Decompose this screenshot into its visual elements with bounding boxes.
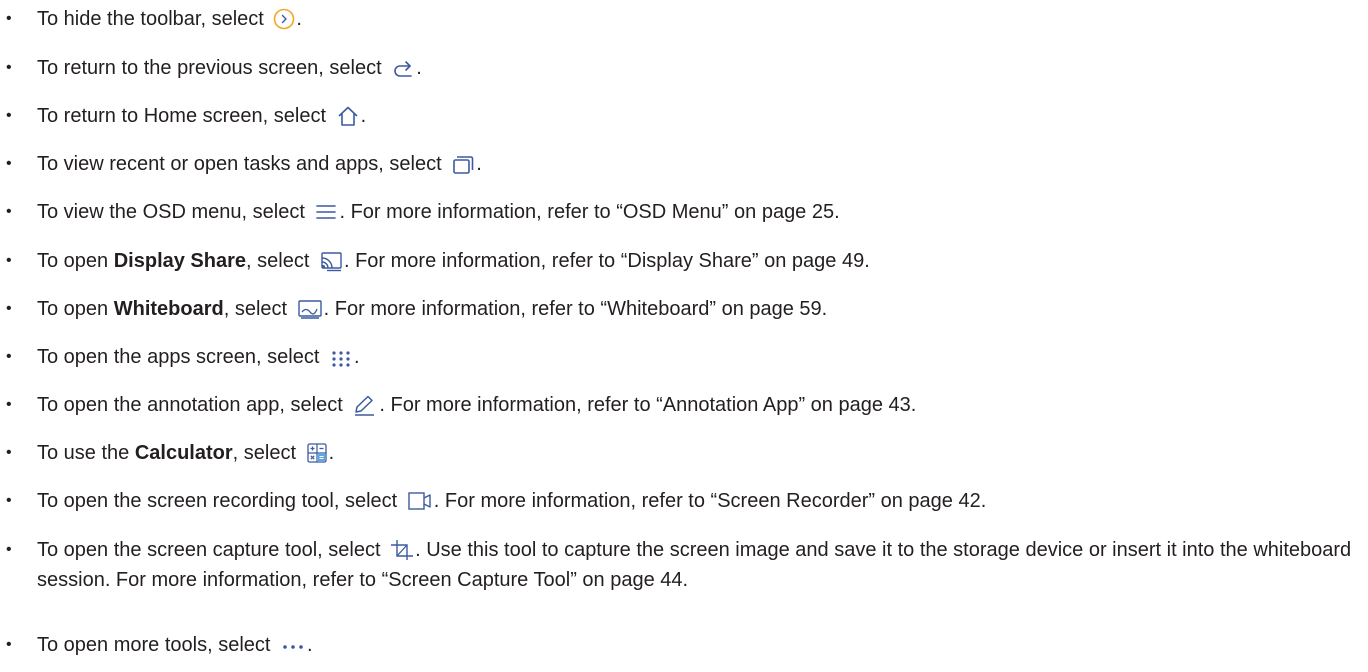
bullet: • <box>6 203 12 220</box>
bullet: • <box>6 444 12 461</box>
item-text-post: . <box>307 634 313 656</box>
item-text-post: . For more information, refer to “Annota… <box>379 394 917 416</box>
item-text: To open more tools, select . <box>37 630 1360 660</box>
bullet: • <box>6 10 12 27</box>
bullet: • <box>6 396 12 413</box>
apps-grid-icon <box>329 346 353 368</box>
item-text-post: . <box>353 346 360 368</box>
feature-name: Calculator <box>134 442 233 464</box>
item-text-post: . For more information, refer to “Displa… <box>343 250 870 272</box>
feature-name: Display Share <box>113 250 247 272</box>
item-text: To open the apps screen, select . <box>37 342 1360 372</box>
item-text-pre: To view recent or open tasks and apps, s… <box>37 153 448 175</box>
item-text-post: . <box>296 8 302 30</box>
pen-icon <box>352 394 378 416</box>
recent-tasks-icon <box>451 153 475 175</box>
menu-icon <box>314 201 338 223</box>
whiteboard-icon <box>297 298 323 320</box>
item-text-post: . For more information, refer to “Screen… <box>433 490 987 512</box>
bullet: • <box>6 300 12 317</box>
item-text-pre: To return to Home screen, select <box>37 105 332 127</box>
item-text: To open the screen recording tool, selec… <box>37 486 1360 516</box>
item-text-mid: , select <box>232 442 302 464</box>
home-icon <box>336 105 360 127</box>
item-text-pre: To return to the previous screen, select <box>37 57 388 79</box>
item-text-post: . <box>416 57 422 79</box>
item-text-mid: , select <box>223 298 293 320</box>
calculator-icon <box>306 442 328 464</box>
item-text: To view recent or open tasks and apps, s… <box>37 149 1360 179</box>
item-text-pre: To open the annotation app, select <box>37 394 349 416</box>
item-text: To open Display Share, select . For more… <box>37 246 1360 276</box>
item-text-post: . For more information, refer to “OSD Me… <box>339 201 840 223</box>
item-text-pre: To open the apps screen, select <box>37 346 325 368</box>
bullet: • <box>6 636 12 653</box>
bullet: • <box>6 252 12 269</box>
chevron-right-circle-icon <box>273 8 295 30</box>
item-text: To open Whiteboard, select . For more in… <box>37 294 1360 324</box>
item-text-pre: To open <box>37 250 114 272</box>
more-icon <box>280 634 306 656</box>
item-text-pre: To open more tools, select <box>37 634 277 656</box>
item-text-post: . <box>476 153 482 175</box>
item-text-pre: To view the OSD menu, select <box>37 201 311 223</box>
item-text: To view the OSD menu, select . For more … <box>37 197 1360 227</box>
item-text-post: . <box>328 442 335 464</box>
item-text-post: . <box>360 105 367 127</box>
item-text: To open the screen capture tool, select … <box>37 535 1360 595</box>
item-text-pre: To open the screen recording tool, selec… <box>37 490 403 512</box>
bullet: • <box>6 155 12 172</box>
back-arrow-icon <box>391 57 415 79</box>
item-text: To return to the previous screen, select… <box>37 53 1360 83</box>
item-text-mid: , select <box>246 250 315 272</box>
item-text-pre: To open <box>37 298 114 320</box>
bullet: • <box>6 541 12 558</box>
bullet: • <box>6 107 12 124</box>
item-text-post: . For more information, refer to “Whiteb… <box>323 298 828 320</box>
item-text-pre: To open the screen capture tool, select <box>37 539 387 561</box>
item-text: To open the annotation app, select . For… <box>37 390 1360 420</box>
feature-name: Whiteboard <box>113 298 224 320</box>
bullet: • <box>6 59 12 76</box>
item-text: To hide the toolbar, select . <box>37 4 1360 34</box>
bullet: • <box>6 348 12 365</box>
screen-capture-icon <box>390 539 414 561</box>
item-text-pre: To use the <box>37 442 135 464</box>
item-text: To return to Home screen, select . <box>37 101 1360 131</box>
display-share-icon <box>319 250 343 272</box>
item-text-pre: To hide the toolbar, select <box>37 8 270 30</box>
screen-record-icon <box>407 490 433 512</box>
bullet: • <box>6 492 12 509</box>
item-text: To use the Calculator, select . <box>37 438 1360 468</box>
